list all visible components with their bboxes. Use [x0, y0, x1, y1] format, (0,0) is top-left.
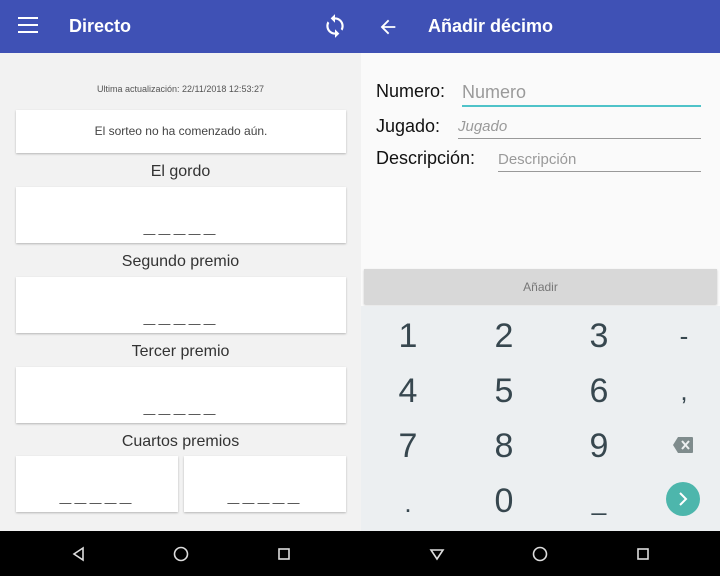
numero-label: Numero:: [376, 81, 446, 101]
key-1[interactable]: 1: [378, 311, 438, 361]
key-8[interactable]: 8: [474, 421, 534, 471]
key-2[interactable]: 2: [474, 311, 534, 361]
live-draw-screen: Directo Ultima actualización: 22/11/2018…: [0, 0, 361, 531]
draw-status-text: El sorteo no ha comenzado aún.: [94, 124, 268, 138]
key-underscore[interactable]: _: [569, 476, 629, 526]
key-comma[interactable]: ,: [654, 366, 714, 416]
refresh-icon[interactable]: [322, 13, 348, 39]
segundo-premio-card: _____: [16, 277, 346, 333]
right-app-bar: Añadir décimo: [361, 0, 720, 53]
numero-input[interactable]: [462, 79, 701, 107]
key-minus[interactable]: -: [654, 311, 714, 361]
key-5[interactable]: 5: [474, 366, 534, 416]
cuartos-premios-label: Cuartos premios: [121, 433, 240, 450]
tercer-premio-label: Tercer premio: [131, 343, 230, 360]
screen-title: Directo: [69, 16, 132, 36]
draw-status-card: El sorteo no ha comenzado aún.: [16, 110, 346, 153]
descripcion-input[interactable]: [498, 148, 701, 172]
tercer-premio-number: _____: [143, 391, 219, 415]
left-app-bar: Directo: [0, 0, 361, 53]
nav-back-icon[interactable]: [426, 543, 448, 565]
key-9[interactable]: 9: [569, 421, 629, 471]
el-gordo-number: _____: [143, 211, 219, 235]
key-0[interactable]: 0: [474, 476, 534, 526]
system-nav-bar: [0, 531, 720, 576]
screen-title: Añadir décimo: [428, 16, 554, 36]
segundo-premio-label: Segundo premio: [121, 253, 240, 270]
nav-recents-icon[interactable]: [273, 543, 295, 565]
next-arrow-icon[interactable]: [666, 482, 700, 516]
el-gordo-label: El gordo: [150, 163, 211, 180]
back-arrow-icon[interactable]: [377, 16, 399, 38]
jugado-label: Jugado:: [376, 116, 441, 136]
nav-back-icon[interactable]: [68, 543, 90, 565]
cuarto-premio-number-1: _____: [59, 480, 135, 504]
descripcion-label: Descripción:: [376, 148, 476, 168]
cuarto-premio-card-1: _____: [16, 456, 178, 512]
tercer-premio-card: _____: [16, 367, 346, 423]
nav-home-icon[interactable]: [170, 543, 192, 565]
nav-recents-icon[interactable]: [632, 543, 654, 565]
key-dot[interactable]: .: [378, 478, 438, 528]
jugado-input[interactable]: [458, 115, 701, 139]
key-4[interactable]: 4: [378, 366, 438, 416]
nav-home-icon[interactable]: [529, 543, 551, 565]
key-3[interactable]: 3: [569, 311, 629, 361]
backspace-icon[interactable]: [672, 436, 694, 454]
segundo-premio-number: _____: [143, 301, 219, 325]
cuarto-premio-number-2: _____: [227, 480, 303, 504]
key-7[interactable]: 7: [378, 421, 438, 471]
last-update-text: Ultima actualización: 22/11/2018 12:53:2…: [97, 84, 264, 94]
key-6[interactable]: 6: [569, 366, 629, 416]
add-ticket-screen: Añadir décimo Numero: Jugado: Descripció…: [361, 0, 720, 531]
el-gordo-card: _____: [16, 187, 346, 243]
cuarto-premio-card-2: _____: [184, 456, 346, 512]
add-button[interactable]: Añadir: [364, 269, 717, 304]
menu-icon[interactable]: [18, 17, 38, 33]
numeric-keypad: 1 2 3 - 4 5 6 , 7 8 9 . 0 _: [361, 306, 720, 531]
